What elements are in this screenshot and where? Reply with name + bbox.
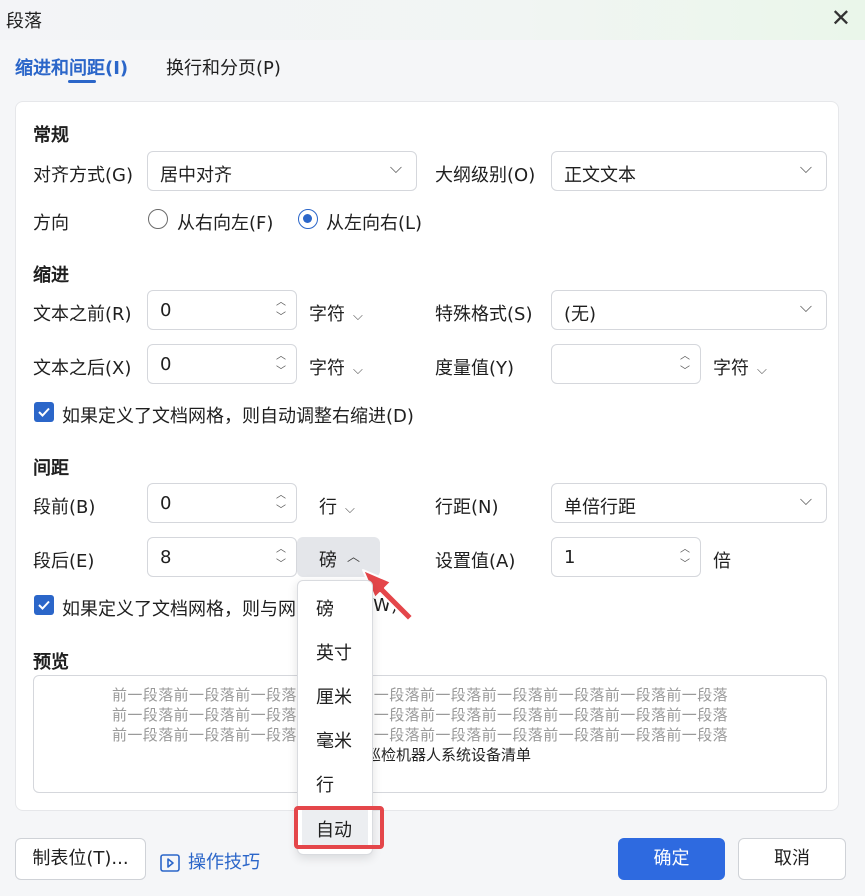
- menu-item-line[interactable]: 行: [298, 762, 372, 802]
- preview-prev-line: 前一段落前一段落前一段落前一段落前一段落前一段落前一段落前一段落前一段落前一段落: [112, 706, 729, 724]
- special-format-label: 特殊格式(S): [435, 304, 533, 325]
- tab-line-page-breaks[interactable]: 换行和分页(P): [166, 54, 281, 80]
- setting-value: 1: [564, 547, 576, 568]
- chevron-down-icon: ⌵: [353, 309, 363, 324]
- spacing-before-unit[interactable]: 行 ⌵: [319, 493, 355, 519]
- spacing-grid-checkbox-label[interactable]: 如果定义了文档网格，则与网: [62, 595, 296, 621]
- title-bar: 段落 ✕: [0, 0, 865, 40]
- chevron-down-icon: ⌵: [799, 158, 812, 177]
- chevron-down-icon: ⌵: [389, 158, 402, 177]
- chevron-down-icon: ⌵: [353, 363, 363, 378]
- direction-label: 方向: [33, 213, 69, 234]
- indent-grid-checkbox[interactable]: [34, 402, 54, 422]
- ltr-label[interactable]: 从左向右(L): [326, 209, 422, 235]
- dialog-title: 段落: [6, 11, 42, 32]
- tab-stops-button[interactable]: 制表位(T)...: [15, 838, 146, 880]
- stepper-arrows-icon[interactable]: ︿ ﹀: [678, 542, 692, 574]
- measure-unit-text: 字符: [713, 358, 749, 379]
- section-indent-heading: 缩进: [33, 265, 69, 286]
- tab-bar: 缩进和间距(I) 换行和分页(P): [0, 40, 865, 100]
- unit-dropdown-menu: 磅 英寸 厘米 毫米 行 自动: [297, 580, 373, 855]
- indent-after-label: 文本之后(X): [33, 358, 132, 379]
- play-video-icon: [160, 854, 180, 872]
- align-value: 居中对齐: [160, 165, 232, 186]
- spacing-after-stepper[interactable]: 8 ︿ ﹀: [147, 537, 297, 577]
- line-spacing-select[interactable]: 单倍行距 ⌵: [551, 483, 827, 523]
- checkmark-icon: [38, 407, 50, 417]
- checkmark-icon: [38, 600, 50, 610]
- chevron-down-icon: ⌵: [345, 502, 355, 517]
- outline-value: 正文文本: [564, 165, 636, 186]
- measure-stepper[interactable]: ︿ ﹀: [551, 344, 701, 384]
- menu-item-pound[interactable]: 磅: [298, 586, 372, 626]
- chevron-down-icon: ⌵: [757, 363, 767, 378]
- stepper-arrows-icon[interactable]: ︿ ﹀: [274, 295, 288, 327]
- indent-after-stepper[interactable]: 0 ︿ ﹀: [147, 344, 297, 384]
- spacing-after-unit-text: 磅: [319, 550, 337, 571]
- measure-label: 度量值(Y): [435, 358, 515, 379]
- stepper-arrows-icon[interactable]: ︿ ﹀: [678, 349, 692, 381]
- menu-item-inch[interactable]: 英寸: [298, 630, 372, 670]
- ltr-radio[interactable]: [298, 209, 318, 229]
- menu-item-cm[interactable]: 厘米: [298, 674, 372, 714]
- indent-before-unit[interactable]: 字符 ⌵: [309, 300, 363, 326]
- spacing-after-label: 段后(E): [33, 551, 95, 572]
- spacing-after-value: 8: [160, 547, 172, 568]
- cancel-button[interactable]: 取消: [738, 838, 846, 880]
- stepper-arrows-icon[interactable]: ︿ ﹀: [274, 488, 288, 520]
- spacing-before-stepper[interactable]: 0 ︿ ﹀: [147, 483, 297, 523]
- chevron-down-icon: ⌵: [799, 297, 812, 316]
- tips-link[interactable]: 操作技巧: [160, 848, 260, 874]
- rtl-radio[interactable]: [148, 209, 168, 229]
- indent-grid-checkbox-label[interactable]: 如果定义了文档网格，则自动调整右缩进(D): [62, 402, 414, 428]
- menu-item-auto[interactable]: 自动: [302, 807, 368, 847]
- preview-prev-line: 前一段落前一段落前一段落前一段落前一段落前一段落前一段落前一段落前一段落前一段落: [112, 686, 729, 704]
- setting-unit: 倍: [713, 551, 731, 572]
- setting-value-stepper[interactable]: 1 ︿ ﹀: [551, 537, 701, 577]
- spacing-grid-checkbox[interactable]: [34, 595, 54, 615]
- tab-indent-spacing[interactable]: 缩进和间距(I): [15, 54, 128, 80]
- tips-link-text: 操作技巧: [188, 852, 260, 873]
- chevron-down-icon: ⌵: [799, 490, 812, 509]
- line-spacing-label: 行距(N): [435, 497, 499, 518]
- spacing-before-label: 段前(B): [33, 497, 96, 518]
- ok-button[interactable]: 确定: [618, 838, 725, 880]
- align-select[interactable]: 居中对齐 ⌵: [147, 151, 417, 191]
- indent-after-unit[interactable]: 字符 ⌵: [309, 354, 363, 380]
- section-spacing-heading: 间距: [33, 458, 69, 479]
- special-format-value: (无): [564, 304, 597, 325]
- preview-current-text: 巡检机器人系统设备清单: [366, 746, 532, 764]
- preview-prev-line: 前一段落前一段落前一段落前一段落前一段落前一段落前一段落前一段落前一段落前一段落: [112, 726, 729, 744]
- menu-item-mm[interactable]: 毫米: [298, 718, 372, 758]
- stepper-arrows-icon[interactable]: ︿ ﹀: [274, 349, 288, 381]
- rtl-label[interactable]: 从右向左(F): [177, 209, 273, 235]
- indent-before-stepper[interactable]: 0 ︿ ﹀: [147, 290, 297, 330]
- indent-after-value: 0: [160, 354, 172, 375]
- setting-value-label: 设置值(A): [435, 551, 516, 572]
- section-preview-heading: 预览: [33, 652, 69, 673]
- outline-select[interactable]: 正文文本 ⌵: [551, 151, 827, 191]
- special-format-select[interactable]: (无) ⌵: [551, 290, 827, 330]
- outline-label: 大纲级别(O): [435, 165, 536, 186]
- indent-after-unit-text: 字符: [309, 358, 345, 379]
- preview-box: 前一段落前一段落前一段落前一段落前一段落前一段落前一段落前一段落前一段落前一段落…: [33, 675, 827, 793]
- indent-before-unit-text: 字符: [309, 304, 345, 325]
- spacing-before-unit-text: 行: [319, 497, 337, 518]
- active-tab-indicator: [68, 80, 96, 83]
- close-icon[interactable]: ✕: [831, 6, 851, 30]
- align-label: 对齐方式(G): [33, 165, 133, 186]
- measure-unit[interactable]: 字符 ⌵: [713, 354, 767, 380]
- spacing-before-value: 0: [160, 493, 172, 514]
- line-spacing-value: 单倍行距: [564, 497, 636, 518]
- indent-before-label: 文本之前(R): [33, 304, 132, 325]
- stepper-arrows-icon[interactable]: ︿ ﹀: [274, 542, 288, 574]
- indent-before-value: 0: [160, 300, 172, 321]
- section-general-heading: 常规: [33, 125, 69, 146]
